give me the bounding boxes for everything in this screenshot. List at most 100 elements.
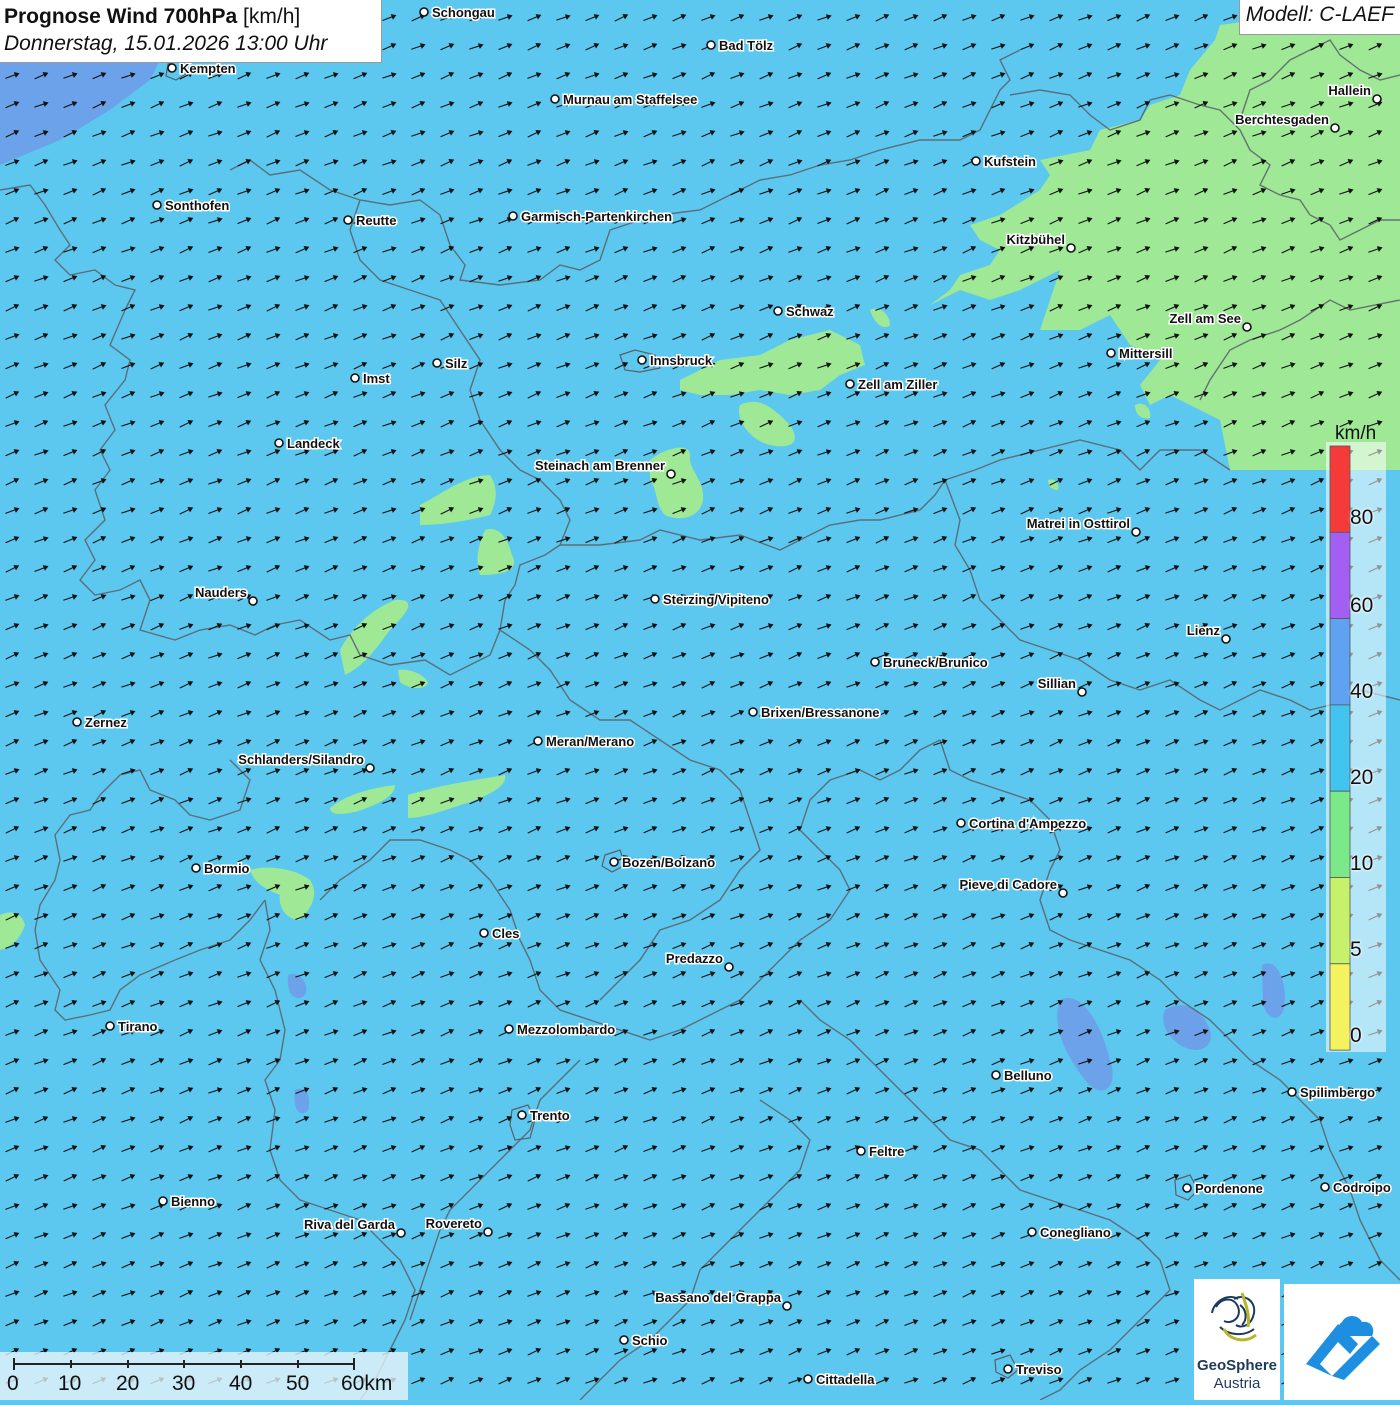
city-dot — [782, 1301, 792, 1311]
city-dot — [419, 7, 429, 17]
city-marker[interactable]: Sterzing/Vipiteno — [650, 591, 770, 609]
city-marker[interactable]: Zell am Ziller — [845, 376, 939, 394]
city-dot — [432, 358, 442, 368]
geosphere-logo[interactable]: GeoSphere Austria — [1194, 1279, 1280, 1400]
city-marker[interactable]: Spilimbergo — [1287, 1084, 1377, 1102]
city-label: Bormio — [204, 861, 250, 876]
city-dot — [1330, 123, 1340, 133]
city-label: Kufstein — [984, 154, 1036, 169]
city-dot — [609, 857, 619, 867]
city-dot — [706, 40, 716, 50]
city-label: Pordenone — [1195, 1181, 1263, 1196]
city-dot — [274, 438, 284, 448]
city-dot — [650, 594, 660, 604]
city-label: Schlanders/Silandro — [238, 752, 364, 767]
city-marker[interactable]: Schongau — [419, 4, 496, 22]
city-marker[interactable]: Bozen/Bolzano — [609, 854, 717, 872]
city-label: Schwaz — [786, 304, 834, 319]
city-dot — [504, 1024, 514, 1034]
city-dot — [1242, 322, 1252, 332]
city-marker[interactable]: Garmisch-Partenkirchen — [508, 208, 674, 226]
city-dot — [1058, 888, 1068, 898]
city-label: Nauders — [195, 585, 247, 600]
city-marker[interactable]: Mezzolombardo — [504, 1021, 617, 1039]
city-marker[interactable]: Brixen/Bressanone — [748, 704, 881, 722]
city-dot — [517, 1110, 527, 1120]
title-main: Prognose Wind 700hPa — [4, 5, 238, 28]
city-label: Mittersill — [1119, 346, 1172, 361]
legend-swatch — [1329, 531, 1351, 619]
city-dot — [508, 211, 518, 221]
city-label: Murnau am Staffelsee — [563, 92, 697, 107]
city-label: Kitzbühel — [1007, 232, 1066, 247]
city-dot — [724, 962, 734, 972]
city-label: Bassano del Grappa — [655, 1290, 781, 1305]
city-label: Zernez — [85, 715, 127, 730]
city-label: Imst — [363, 371, 390, 386]
city-label: Berchtesgaden — [1235, 112, 1329, 127]
city-dot — [971, 156, 981, 166]
city-marker[interactable]: Cortina d'Ampezzo — [956, 815, 1088, 833]
city-dot — [856, 1146, 866, 1156]
legend-swatch — [1329, 963, 1351, 1051]
city-label: Garmisch-Partenkirchen — [521, 209, 672, 224]
city-dot — [167, 63, 177, 73]
city-dot — [748, 707, 758, 717]
city-marker[interactable]: Bruneck/Brunico — [870, 654, 989, 672]
scale-label: 40 — [229, 1372, 253, 1395]
city-dot — [1003, 1364, 1013, 1374]
city-dot — [72, 717, 82, 727]
city-dot — [152, 200, 162, 210]
city-dot — [248, 596, 258, 606]
city-label: Hallein — [1328, 83, 1371, 98]
scale-label: 0 — [7, 1372, 19, 1395]
city-label: Kempten — [180, 61, 236, 76]
city-label: Bozen/Bolzano — [622, 855, 715, 870]
city-label: Landeck — [287, 436, 341, 451]
city-label: Innsbruck — [650, 353, 713, 368]
city-label: Spilimbergo — [1300, 1085, 1375, 1100]
city-dot — [666, 469, 676, 479]
city-dot — [1027, 1227, 1037, 1237]
city-dot — [991, 1070, 1001, 1080]
legend-colorbar — [1329, 445, 1351, 1051]
forecast-datetime: Donnerstag, 15.01.2026 13:00 Uhr — [4, 32, 328, 55]
city-marker[interactable]: Sonthofen — [152, 197, 231, 215]
map-title: Prognose Wind 700hPa [km/h] — [4, 3, 381, 30]
city-label: Codroipo — [1333, 1180, 1391, 1195]
city-marker[interactable]: Meran/Merano — [533, 733, 636, 751]
city-label: Brixen/Bressanone — [761, 705, 880, 720]
city-dot — [479, 928, 489, 938]
geosphere-emblem-icon — [1211, 1292, 1257, 1342]
city-marker[interactable]: Conegliano — [1027, 1224, 1112, 1242]
city-dot — [956, 818, 966, 828]
city-dot — [550, 94, 560, 104]
city-label: Cittadella — [816, 1372, 875, 1387]
city-dot — [1221, 634, 1231, 644]
city-dot — [870, 657, 880, 667]
city-label: Bienno — [171, 1194, 215, 1209]
city-dot — [1320, 1182, 1330, 1192]
wind-map: Schongau Bad Tölz Kempten Murnau am Staffel… — [0, 0, 1400, 1400]
city-label: Riva del Garda — [304, 1217, 396, 1232]
city-label: Zell am See — [1169, 311, 1241, 326]
weather-app-logo[interactable] — [1284, 1284, 1400, 1400]
logo-text-austria: Austria — [1213, 1375, 1261, 1392]
legend-label: 5 — [1350, 938, 1362, 961]
city-dot — [1372, 94, 1382, 104]
city-label: Steinach am Brenner — [535, 458, 665, 473]
legend-label: 40 — [1350, 680, 1374, 703]
city-label: Mezzolombardo — [517, 1022, 615, 1037]
city-label: Schongau — [432, 5, 495, 20]
weather-app-icon — [1306, 1316, 1380, 1380]
scale-label: 50 — [286, 1372, 310, 1395]
title-box: Prognose Wind 700hPa [km/h] Donnerstag, … — [0, 0, 382, 63]
city-dot — [483, 1227, 493, 1237]
city-dot — [1066, 243, 1076, 253]
city-label: Cortina d'Ampezzo — [969, 816, 1086, 831]
city-marker[interactable]: Pordenone — [1182, 1180, 1264, 1198]
city-label: Meran/Merano — [546, 734, 634, 749]
city-marker[interactable]: Innsbruck — [637, 352, 714, 370]
legend-swatch — [1329, 877, 1351, 965]
city-marker[interactable]: Murnau am Staffelsee — [550, 91, 699, 109]
